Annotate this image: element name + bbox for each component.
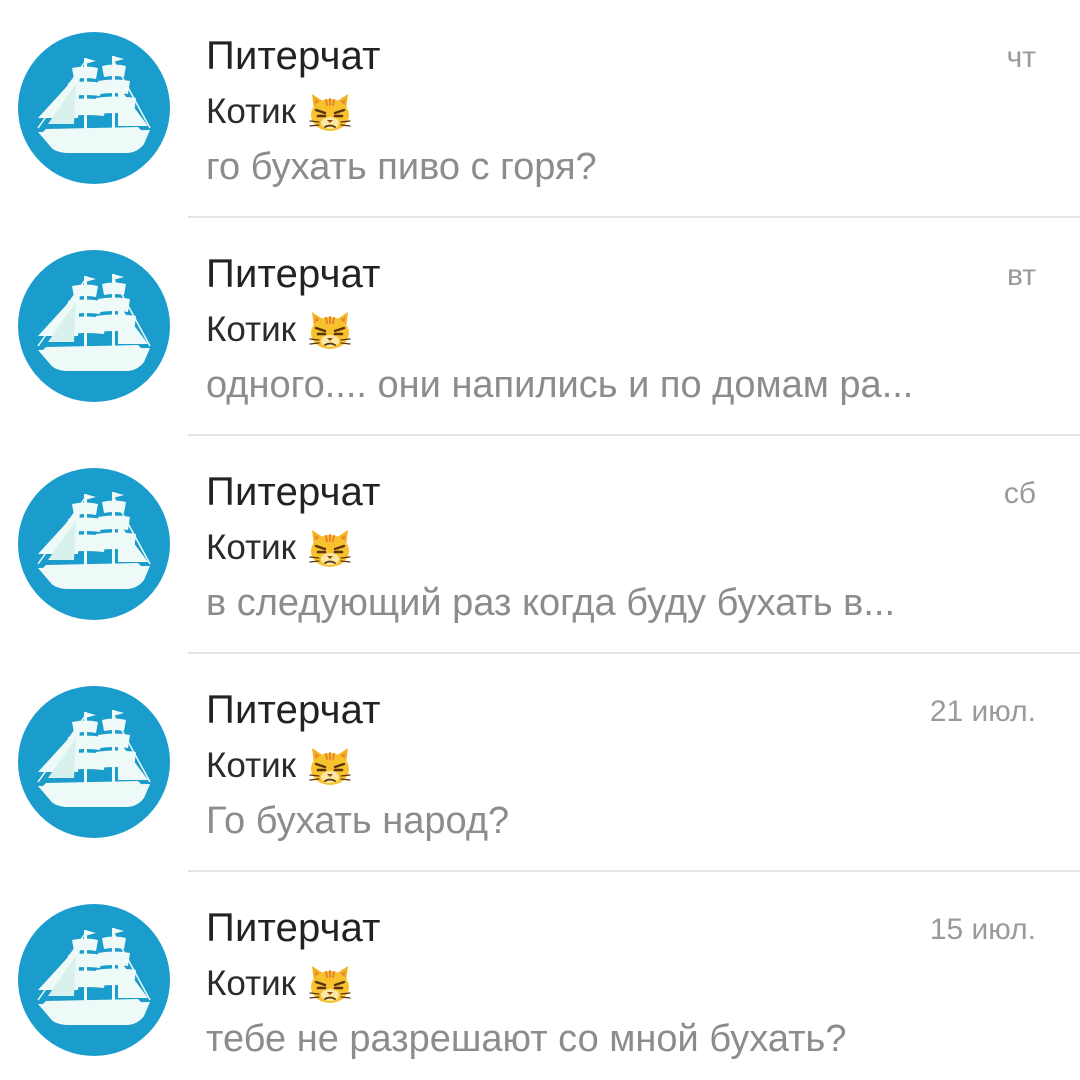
chat-row[interactable]: Питерчат 21 июл. Котик Го бухать народ? [0, 654, 1080, 872]
chat-date: 21 июл. [929, 695, 1036, 728]
sender-name: Котик [206, 528, 296, 567]
sailing-ship-icon[interactable] [18, 468, 170, 620]
chat-title: Питерчат [206, 34, 381, 78]
chat-title: Питерчат [206, 906, 381, 950]
chat-title: Питерчат [206, 470, 381, 514]
chat-date: 15 июл. [929, 913, 1036, 946]
pouting-cat-emoji-icon [306, 526, 354, 570]
chat-row[interactable]: Питерчат чт Котик го бухать пиво с горя? [0, 0, 1080, 218]
sender-line: Котик [206, 90, 354, 134]
sender-line: Котик [206, 962, 354, 1006]
sailing-ship-icon[interactable] [18, 904, 170, 1056]
sender-name: Котик [206, 746, 296, 785]
chat-row[interactable]: Питерчат сб Котик в следующий раз когда … [0, 436, 1080, 654]
chat-title: Питерчат [206, 688, 381, 732]
chat-title: Питерчат [206, 252, 381, 296]
message-preview: го бухать пиво с горя? [206, 146, 597, 188]
sender-name: Котик [206, 92, 296, 131]
message-preview: тебе не разрешают со мной бухать? [206, 1018, 847, 1060]
pouting-cat-emoji-icon [306, 90, 354, 134]
message-preview: в следующий раз когда буду бухать в... [206, 582, 896, 624]
sender-line: Котик [206, 526, 354, 570]
message-preview: одного.... они напились и по домам ра... [206, 364, 914, 406]
pouting-cat-emoji-icon [306, 744, 354, 788]
chat-row[interactable]: Питерчат вт Котик одного.... они напилис… [0, 218, 1080, 436]
sailing-ship-icon[interactable] [18, 250, 170, 402]
chat-date: сб [1003, 477, 1036, 510]
sailing-ship-icon[interactable] [18, 32, 170, 184]
sender-line: Котик [206, 744, 354, 788]
chat-date: чт [1006, 41, 1036, 74]
chat-date: вт [1006, 259, 1036, 292]
sender-name: Котик [206, 310, 296, 349]
chat-row[interactable]: Питерчат 15 июл. Котик тебе не разрешают… [0, 872, 1080, 1080]
pouting-cat-emoji-icon [306, 308, 354, 352]
sender-line: Котик [206, 308, 354, 352]
sailing-ship-icon[interactable] [18, 686, 170, 838]
message-preview: Го бухать народ? [206, 800, 510, 842]
pouting-cat-emoji-icon [306, 962, 354, 1006]
chat-list: Питерчат чт Котик го бухать пиво с горя?… [0, 0, 1080, 1080]
sender-name: Котик [206, 964, 296, 1003]
